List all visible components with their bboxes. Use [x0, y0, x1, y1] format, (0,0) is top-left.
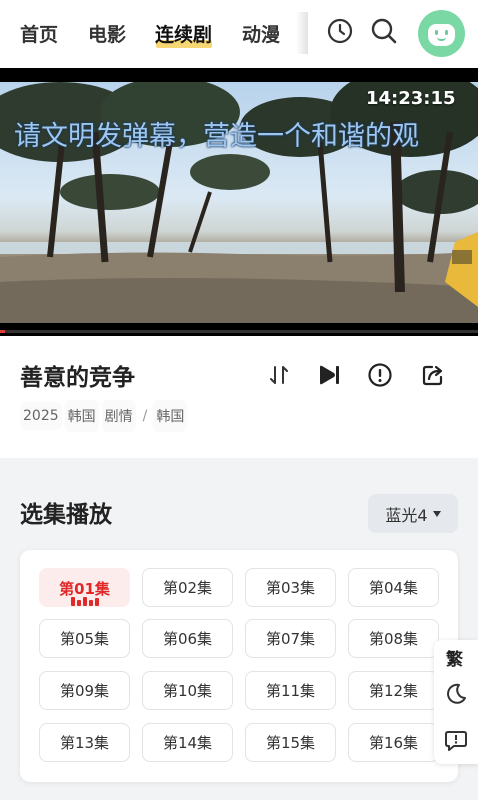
episode-button[interactable]: 第03集: [245, 568, 336, 607]
tag-language: 韩国: [153, 400, 188, 432]
episode-button[interactable]: 第07集: [245, 619, 336, 658]
now-playing-icon: [71, 597, 99, 606]
episode-label: 第12集: [368, 682, 419, 700]
sort-icon[interactable]: [266, 362, 292, 388]
episode-button[interactable]: 第13集: [39, 723, 130, 762]
episode-label: 第07集: [265, 630, 316, 648]
source-select[interactable]: 蓝光4: [368, 494, 458, 533]
episode-button[interactable]: 第11集: [245, 671, 336, 710]
nav-item-movies[interactable]: 电影: [88, 20, 126, 47]
episode-button[interactable]: 第16集: [348, 723, 439, 762]
history-icon[interactable]: [326, 17, 354, 45]
episode-label: 第10集: [162, 682, 213, 700]
nav-scroll-fade: [296, 12, 308, 54]
episode-button[interactable]: 第09集: [39, 671, 130, 710]
avatar-face-icon: [428, 24, 455, 46]
episode-label: 第16集: [368, 734, 419, 752]
show-title: 善意的竞争: [20, 365, 135, 391]
episode-button[interactable]: 第05集: [39, 619, 130, 658]
nav-item-anime[interactable]: 动漫: [242, 20, 280, 47]
tag-year: 2025: [20, 402, 62, 430]
episode-button[interactable]: 第10集: [142, 671, 233, 710]
source-label: 蓝光4: [385, 505, 428, 525]
category-nav: 首页 电影 连续剧 动漫: [0, 0, 308, 68]
episode-label: 第05集: [59, 630, 110, 648]
episode-label: 第04集: [368, 579, 419, 597]
nav-item-series[interactable]: 连续剧: [155, 20, 212, 47]
episode-button[interactable]: 第06集: [142, 619, 233, 658]
episode-button[interactable]: 第02集: [142, 568, 233, 607]
episode-label: 第03集: [265, 579, 316, 597]
episode-button[interactable]: 第15集: [245, 723, 336, 762]
episode-section-title: 选集播放: [20, 502, 112, 528]
moon-icon[interactable]: [444, 682, 468, 706]
danmaku-comment: 请文明发弹幕，营造一个和谐的观: [14, 121, 419, 152]
episode-button[interactable]: 第01集: [39, 568, 130, 607]
tag-separator: /: [142, 408, 148, 424]
search-icon[interactable]: [370, 17, 398, 45]
side-tools: 繁: [434, 640, 478, 764]
traditional-chinese-toggle[interactable]: 繁: [446, 645, 463, 670]
show-info: 善意的竞争 2025 韩国 剧情 / 韩国: [0, 336, 478, 458]
episode-label: 第13集: [59, 734, 110, 752]
video-player[interactable]: 请文明发弹幕，营造一个和谐的观 14:23:15: [0, 68, 478, 336]
caret-down-icon: [432, 510, 441, 517]
progress-fill: [0, 330, 5, 333]
tag-region: 韩国: [64, 400, 99, 432]
episode-label: 第06集: [162, 630, 213, 648]
video-frame[interactable]: 请文明发弹幕，营造一个和谐的观: [0, 82, 478, 323]
episode-button[interactable]: 第14集: [142, 723, 233, 762]
show-tags: 2025 韩国 剧情 / 韩国: [20, 400, 190, 432]
feedback-icon[interactable]: [444, 728, 468, 752]
share-icon[interactable]: [420, 362, 446, 388]
episode-label: 第14集: [162, 734, 213, 752]
episode-label: 第08集: [368, 630, 419, 648]
next-episode-icon[interactable]: [316, 362, 342, 388]
episode-label: 第15集: [265, 734, 316, 752]
episode-button[interactable]: 第04集: [348, 568, 439, 607]
nav-item-home[interactable]: 首页: [20, 20, 58, 47]
episode-label: 第01集: [59, 580, 110, 598]
episode-button[interactable]: 第08集: [348, 619, 439, 658]
episode-label: 第09集: [59, 682, 110, 700]
episode-list: 第01集 第02集 第03集 第04集第05集 第06集 第07集 第08集第09集 第10集…: [20, 550, 458, 782]
avatar[interactable]: [418, 10, 465, 57]
report-icon[interactable]: [367, 362, 393, 388]
tag-genre: 剧情: [101, 400, 136, 432]
progress-bar[interactable]: [0, 330, 478, 333]
top-bar: 首页 电影 连续剧 动漫: [0, 0, 478, 68]
episode-label: 第02集: [162, 579, 213, 597]
episode-button[interactable]: 第12集: [348, 671, 439, 710]
player-clock: 14:23:15: [366, 88, 456, 109]
episode-label: 第11集: [265, 682, 316, 700]
